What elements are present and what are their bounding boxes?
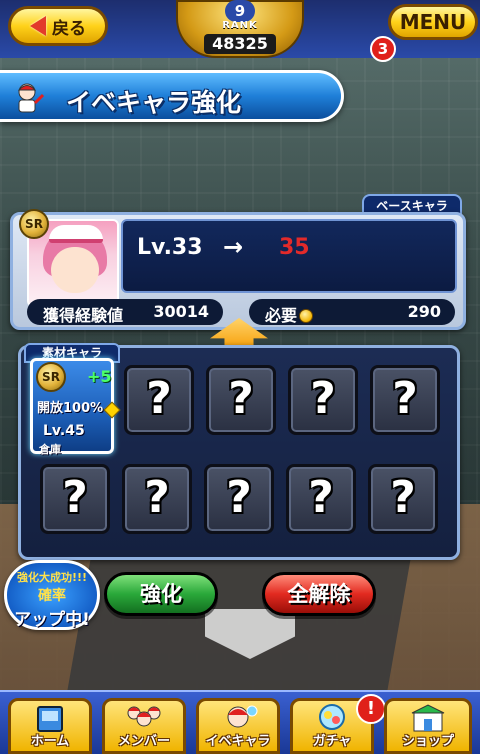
material-slot[interactable]: ? bbox=[40, 464, 110, 534]
slot-question-mark: ? bbox=[144, 472, 170, 523]
promo-line1: 強化大成功!!! bbox=[16, 571, 88, 584]
shop-icon bbox=[411, 704, 445, 732]
success-rate-up-badge: 強化大成功!!! 確率 アップ中! bbox=[4, 560, 100, 630]
level-arrow: → bbox=[223, 233, 244, 261]
nav-label-shop: ショップ bbox=[401, 734, 454, 749]
menu-notification-badge: 3 bbox=[370, 36, 396, 62]
enhance-button[interactable]: 強化 bbox=[104, 572, 218, 616]
rank-points: 48325 bbox=[204, 34, 276, 54]
slot-question-mark: ? bbox=[226, 472, 252, 523]
required-label: 必要 bbox=[265, 306, 298, 325]
slot-question-mark: ? bbox=[390, 472, 416, 523]
base-chara-panel: SR Lv.33 → 35 獲得経験値 30014 必要 290 bbox=[10, 209, 466, 330]
nav-item-member[interactable]: メンバー bbox=[102, 698, 186, 754]
required-label-wrap: 必要 bbox=[265, 302, 314, 326]
slot-question-mark: ? bbox=[146, 373, 172, 424]
player-icon bbox=[17, 83, 44, 113]
promo-line2: 確率 bbox=[38, 588, 66, 604]
nav-label-member: メンバー bbox=[117, 734, 170, 749]
event-chara-icon bbox=[227, 705, 258, 728]
material-level: Lv.45 bbox=[43, 423, 85, 439]
release-all-button[interactable]: 全解除 bbox=[262, 572, 376, 616]
material-slot[interactable]: ? bbox=[368, 464, 438, 534]
level-box: Lv.33 → 35 bbox=[121, 219, 457, 293]
slot-question-mark: ? bbox=[310, 373, 336, 424]
gacha-icon bbox=[319, 704, 345, 730]
rank-value: 9 bbox=[225, 0, 255, 22]
material-slot[interactable]: ? bbox=[124, 365, 194, 435]
team-icon bbox=[127, 706, 161, 727]
level-next: 35 bbox=[279, 235, 310, 260]
promo-line3: アップ中! bbox=[14, 610, 90, 630]
material-rarity-badge: SR bbox=[36, 362, 66, 392]
exp-pill: 獲得経験値 30014 bbox=[27, 299, 223, 325]
nav-item-event-chara[interactable]: イベキャラ bbox=[196, 698, 280, 754]
rank-badge: 9 RANK 48325 bbox=[176, 0, 304, 58]
coin-icon bbox=[299, 309, 314, 323]
portrait-cap bbox=[49, 225, 103, 243]
back-button[interactable]: 戻る bbox=[8, 6, 108, 46]
slot-question-mark: ? bbox=[308, 472, 334, 523]
material-slot[interactable]: ? bbox=[206, 365, 276, 435]
rank-label: RANK bbox=[222, 20, 258, 31]
slot-question-mark: ? bbox=[392, 373, 418, 424]
page-title: イベキャラ強化 bbox=[66, 88, 242, 117]
gacha-alert-icon: ! bbox=[356, 694, 386, 724]
nav-label-event-chara: イベキャラ bbox=[205, 734, 271, 749]
material-open-rate: 開放100% bbox=[37, 401, 104, 416]
base-rarity-badge: SR bbox=[19, 209, 49, 239]
exp-value: 30014 bbox=[153, 302, 209, 321]
material-plus: +5 bbox=[87, 367, 112, 386]
nav-label-gacha: ガチャ bbox=[312, 734, 352, 749]
back-arrow-icon bbox=[30, 16, 46, 36]
slot-question-mark: ? bbox=[228, 373, 254, 424]
home-icon bbox=[37, 706, 63, 732]
title-banner: イベキャラ強化 bbox=[0, 70, 344, 122]
material-slot[interactable]: ? bbox=[204, 464, 274, 534]
menu-button[interactable]: MENU bbox=[388, 4, 478, 40]
nav-label-home: ホーム bbox=[30, 734, 70, 749]
level-current: Lv.33 bbox=[137, 235, 203, 260]
exp-label: 獲得経験値 bbox=[43, 306, 124, 325]
nav-item-home[interactable]: ホーム bbox=[8, 698, 92, 754]
nav-item-shop[interactable]: ショップ bbox=[384, 698, 472, 754]
required-pill: 必要 290 bbox=[249, 299, 455, 325]
portrait-face bbox=[51, 247, 99, 293]
back-button-label: 戻る bbox=[52, 18, 86, 39]
material-slot[interactable]: ? bbox=[370, 365, 440, 435]
material-slot[interactable]: ? bbox=[288, 365, 358, 435]
material-slot[interactable]: ? bbox=[286, 464, 356, 534]
material-slot[interactable]: ? bbox=[122, 464, 192, 534]
slot-question-mark: ? bbox=[62, 472, 88, 523]
required-value: 290 bbox=[407, 302, 441, 321]
material-location: 倉庫 bbox=[39, 443, 61, 456]
